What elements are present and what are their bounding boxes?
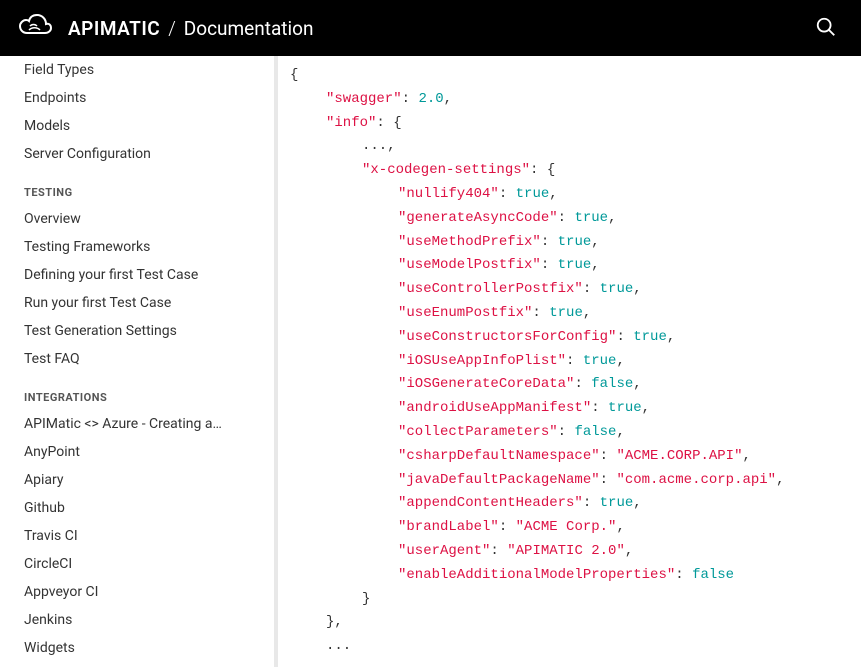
code-line: "useControllerPostfix": true,	[290, 278, 833, 302]
code-line: "generateAsyncCode": true,	[290, 207, 833, 231]
sidebar-item[interactable]: Test Generation Settings	[24, 317, 258, 345]
sidebar-item[interactable]: Apiary	[24, 466, 258, 494]
code-line: {	[290, 64, 833, 88]
brand-logo	[16, 8, 56, 48]
sidebar-item[interactable]: Github	[24, 494, 258, 522]
sidebar-item[interactable]: Test FAQ	[24, 345, 258, 373]
sidebar-item[interactable]: Models	[24, 112, 258, 140]
sidebar-heading: INTEGRATIONS	[24, 391, 258, 404]
cloud-icon	[16, 12, 56, 44]
sidebar-item[interactable]: CircleCI	[24, 550, 258, 578]
page-title[interactable]: Documentation	[184, 17, 314, 40]
code-line: "nullify404": true,	[290, 183, 833, 207]
sidebar-item[interactable]: Travis CI	[24, 522, 258, 550]
sidebar-item[interactable]: Widgets	[24, 634, 258, 662]
sidebar-item[interactable]: Appveyor CI	[24, 578, 258, 606]
app-header: APIMATIC / Documentation	[0, 0, 861, 56]
code-line: "useConstructorsForConfig": true,	[290, 326, 833, 350]
code-line: "enableAdditionalModelProperties": false	[290, 564, 833, 588]
code-line: },	[290, 611, 833, 635]
code-line: "iOSGenerateCoreData": false,	[290, 373, 833, 397]
code-line: "appendContentHeaders": true,	[290, 492, 833, 516]
main-container: Field TypesEndpointsModelsServer Configu…	[0, 56, 861, 672]
code-line: "iOSUseAppInfoPlist": true,	[290, 350, 833, 374]
code-line: ...	[290, 635, 833, 659]
code-line: "useEnumPostfix": true,	[290, 302, 833, 326]
code-line: "useMethodPrefix": true,	[290, 231, 833, 255]
code-line: }	[290, 588, 833, 612]
sidebar-item[interactable]: Overview	[24, 205, 258, 233]
sidebar-item[interactable]: Defining your first Test Case	[24, 261, 258, 289]
code-line: "javaDefaultPackageName": "com.acme.corp…	[290, 469, 833, 493]
code-line: "androidUseAppManifest": true,	[290, 397, 833, 421]
sidebar: Field TypesEndpointsModelsServer Configu…	[0, 56, 258, 672]
code-line: ...,	[290, 135, 833, 159]
brand-name[interactable]: APIMATIC	[68, 17, 160, 40]
search-button[interactable]	[807, 8, 845, 49]
code-line: "x-codegen-settings": {	[290, 159, 833, 183]
sidebar-item[interactable]: APIMatic <> Azure - Creating a…	[24, 410, 258, 438]
code-block: {"swagger": 2.0,"info": {...,"x-codegen-…	[274, 56, 845, 667]
breadcrumb-separator: /	[168, 17, 176, 40]
sidebar-item[interactable]: Field Types	[24, 56, 258, 84]
sidebar-heading: TESTING	[24, 186, 258, 199]
code-line: "swagger": 2.0,	[290, 88, 833, 112]
code-line: "userAgent": "APIMATIC 2.0",	[290, 540, 833, 564]
sidebar-item[interactable]: Server Configuration	[24, 140, 258, 168]
code-line: "useModelPostfix": true,	[290, 254, 833, 278]
sidebar-item[interactable]: Testing Frameworks	[24, 233, 258, 261]
sidebar-item[interactable]: AnyPoint	[24, 438, 258, 466]
code-line: "collectParameters": false,	[290, 421, 833, 445]
code-line: "brandLabel": "ACME Corp.",	[290, 516, 833, 540]
sidebar-item[interactable]: Jenkins	[24, 606, 258, 634]
code-line: "info": {	[290, 112, 833, 136]
content-area: {"swagger": 2.0,"info": {...,"x-codegen-…	[258, 56, 861, 672]
code-line: "csharpDefaultNamespace": "ACME.CORP.API…	[290, 445, 833, 469]
sidebar-item[interactable]: Endpoints	[24, 84, 258, 112]
search-icon	[815, 16, 837, 38]
sidebar-item[interactable]: Run your first Test Case	[24, 289, 258, 317]
